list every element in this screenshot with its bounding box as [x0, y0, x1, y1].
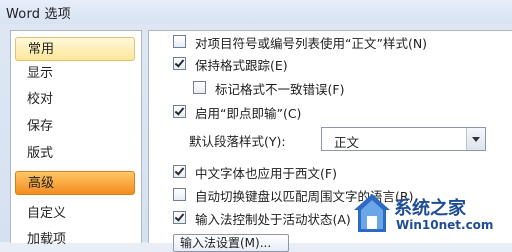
watermark-title: 系统之家 [394, 198, 466, 219]
checkbox[interactable] [173, 188, 186, 201]
default-paragraph-style-dropdown[interactable]: 正文 [321, 127, 486, 151]
window-title: Word 选项 [6, 7, 71, 22]
checkbox[interactable] [173, 211, 186, 224]
dropdown-value: 正文 [334, 135, 360, 150]
ime-settings-button[interactable]: 输入法设置(M)... [173, 234, 289, 252]
checkbox[interactable] [173, 105, 186, 118]
site-watermark: 系统之家 Win10net.com [348, 188, 508, 240]
checkbox[interactable] [173, 57, 186, 70]
house-logo-icon [354, 194, 390, 232]
checkbox[interactable] [173, 35, 186, 48]
sidebar-item-customize[interactable]: 自定义 [15, 202, 135, 226]
sidebar-item-addins[interactable]: 加载项 [15, 228, 135, 252]
sidebar-item-display[interactable]: 显示 [15, 62, 135, 86]
watermark-url: Win10net.com [396, 218, 494, 232]
chevron-down-icon[interactable] [466, 128, 485, 150]
sidebar-item-proofing[interactable]: 校对 [15, 88, 135, 112]
checkbox[interactable] [173, 165, 186, 178]
checkbox[interactable] [193, 81, 206, 94]
sidebar-item-save[interactable]: 保存 [15, 115, 135, 139]
sidebar: 常用 显示 校对 保存 版式 高级 自定义 加载项 [10, 30, 142, 247]
sidebar-item-layout[interactable]: 版式 [15, 142, 135, 166]
word-options-window: Word 选项 常用 显示 校对 保存 版式 高级 自定义 加载项 对项目符号或… [0, 0, 512, 252]
sidebar-item-common[interactable]: 常用 [15, 37, 135, 61]
default-paragraph-style-label: 默认段落样式(Y): [189, 134, 286, 149]
title-bar: Word 选项 [0, 0, 512, 24]
sidebar-item-advanced[interactable]: 高级 [15, 171, 135, 195]
